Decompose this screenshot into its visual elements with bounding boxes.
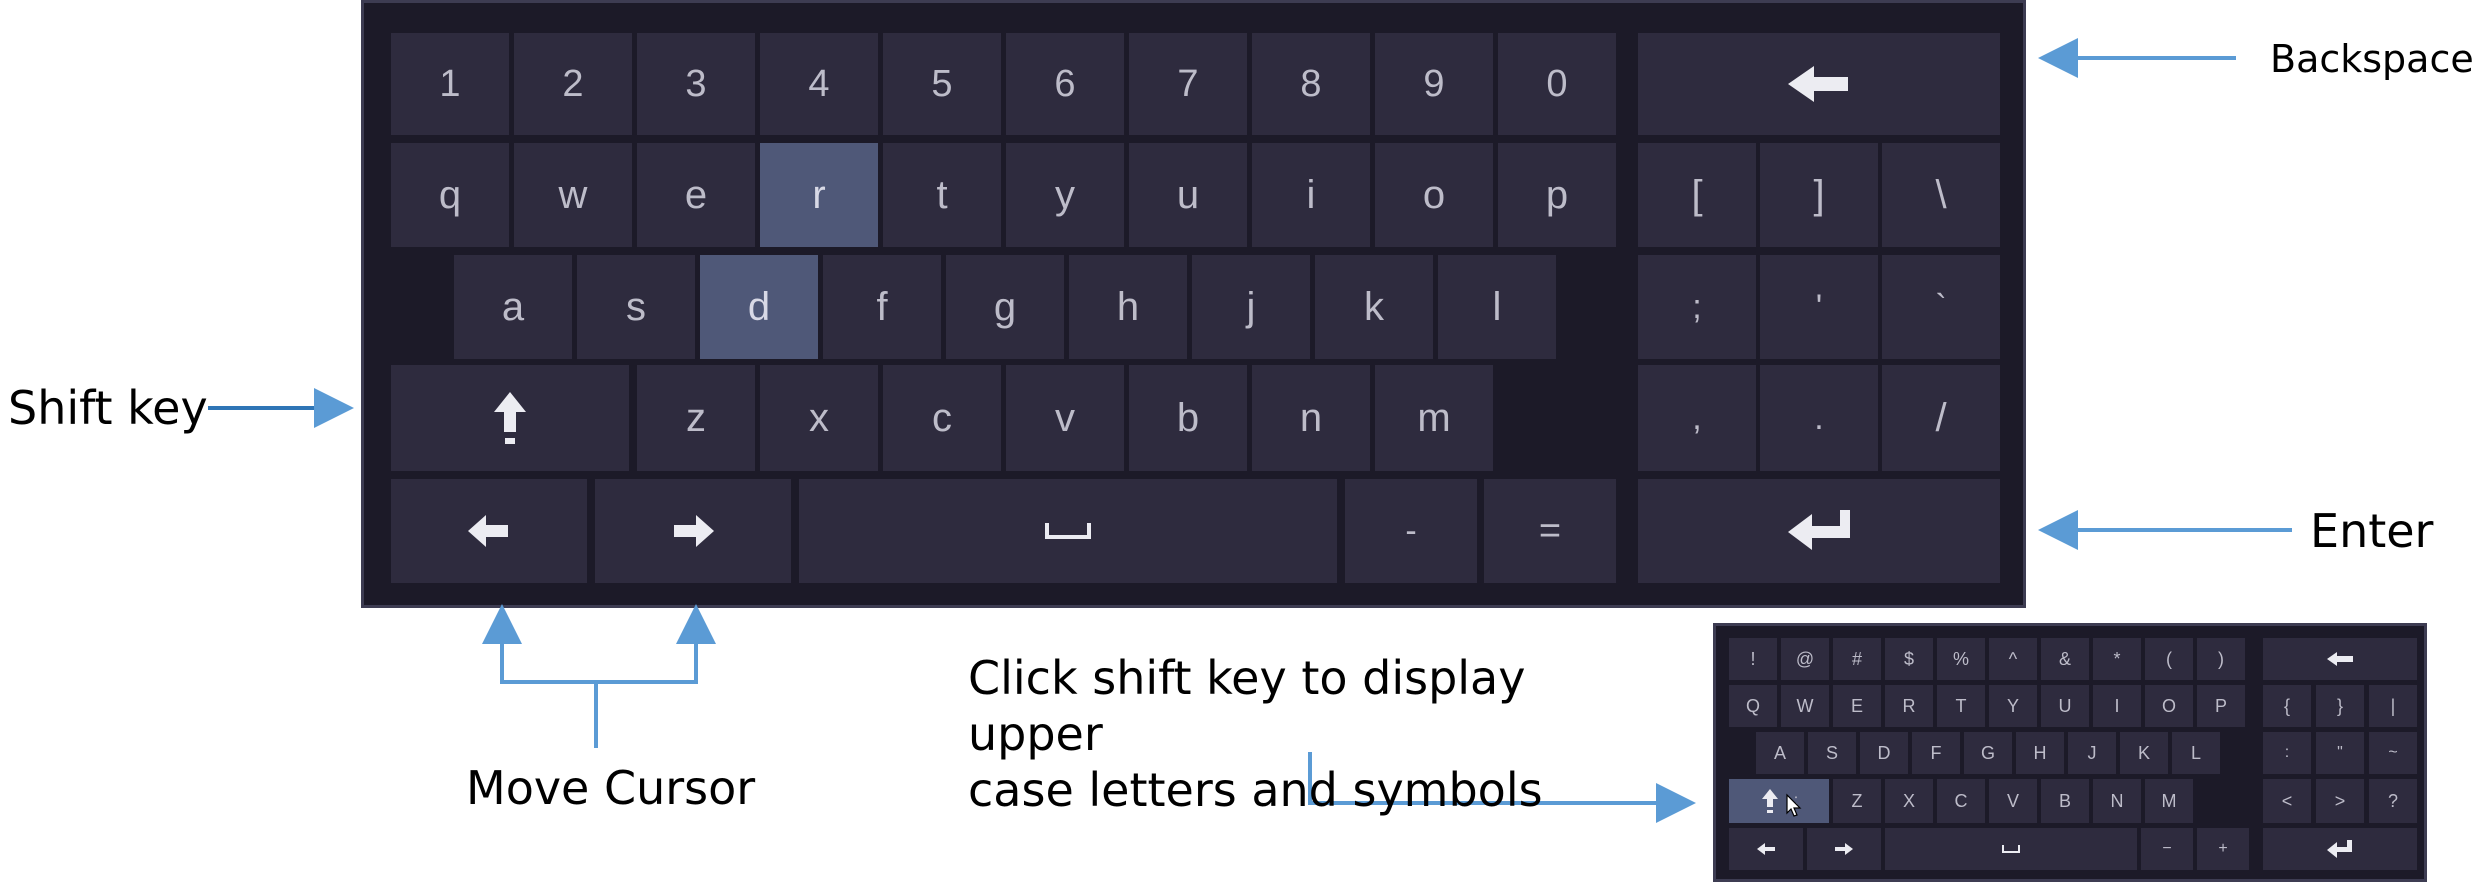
shift-hint-line-1: Click shift key to display upper	[968, 651, 1526, 762]
shift-hint-line-2: case letters and symbols	[968, 763, 1543, 818]
backspace-label: Backspace	[2270, 37, 2474, 81]
move-cursor-label: Move Cursor	[466, 761, 756, 815]
move-cursor-bracket	[500, 624, 698, 748]
shift-hint-label: Click shift key to display upper case le…	[968, 650, 1668, 818]
enter-label: Enter	[2310, 504, 2434, 558]
shift-key-label: Shift key	[8, 381, 208, 435]
